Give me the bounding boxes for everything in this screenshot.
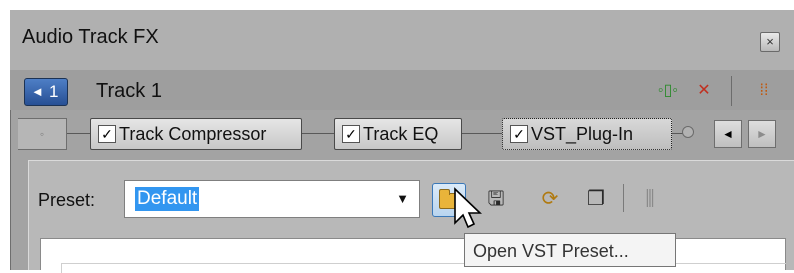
plugin-enable-checkbox[interactable]: ✓	[510, 125, 528, 143]
chain-prev-button[interactable]: ◄	[714, 120, 742, 148]
close-button[interactable]: ×	[760, 32, 780, 52]
plugin-settings-button[interactable]: ⫼	[634, 183, 666, 215]
parameter-grid	[61, 263, 786, 273]
plugin-vst-plug-in[interactable]: ✓ VST_Plug-In	[502, 118, 672, 150]
preset-value: Default	[135, 187, 200, 211]
open-preset-tooltip: Open VST Preset...	[464, 233, 676, 267]
plugin-track-compressor[interactable]: ✓ Track Compressor	[90, 118, 302, 150]
track-number-badge[interactable]: ◄ 1	[24, 78, 68, 106]
mouse-pointer-icon	[454, 187, 482, 229]
close-icon: ×	[766, 34, 774, 49]
preset-label: Preset:	[38, 190, 96, 210]
track-name: Track 1	[96, 80, 162, 102]
plugin-track-eq[interactable]: ✓ Track EQ	[334, 118, 462, 150]
copy-icon: ❐	[587, 188, 605, 210]
refresh-preset-button[interactable]: ⟳	[534, 183, 566, 215]
remove-plugin-icon: ✕	[697, 82, 711, 99]
chevron-left-icon: ◄	[722, 127, 734, 141]
header-divider	[731, 76, 732, 106]
chain-next-button[interactable]: ►	[748, 120, 776, 148]
toolbar-divider	[623, 184, 624, 212]
plugin-label: Track EQ	[363, 124, 439, 144]
track-number: 1	[49, 82, 59, 101]
chain-start-tab[interactable]: ◦	[18, 118, 67, 150]
copy-preset-button[interactable]: ❐	[580, 183, 612, 215]
remove-plugin-button[interactable]: ✕	[690, 78, 718, 104]
plugin-chain-icon: ◦▯◦	[657, 82, 679, 99]
preset-dropdown[interactable]: Default ▼	[124, 180, 420, 218]
mixer-icon: ⁞⁞	[759, 82, 769, 99]
mixer-button[interactable]: ⁞⁞	[750, 78, 778, 104]
plugin-enable-checkbox[interactable]: ✓	[342, 125, 360, 143]
plugin-chain-button[interactable]: ◦▯◦	[654, 78, 682, 104]
plugin-label: Track Compressor	[119, 124, 267, 144]
plugin-label: VST_Plug-In	[531, 124, 634, 144]
speaker-icon: ◄	[31, 84, 44, 99]
save-preset-button[interactable]: 🖫	[480, 183, 512, 215]
refresh-icon: ⟳	[541, 188, 559, 210]
chevron-down-icon[interactable]: ▼	[396, 189, 409, 209]
window-title: Audio Track FX	[22, 26, 159, 48]
chevron-right-icon: ►	[756, 127, 768, 141]
save-icon: 🖫	[487, 188, 505, 210]
plugin-enable-checkbox[interactable]: ✓	[98, 125, 116, 143]
chain-end-node	[682, 126, 694, 138]
settings-icon: ⫼	[645, 188, 655, 210]
